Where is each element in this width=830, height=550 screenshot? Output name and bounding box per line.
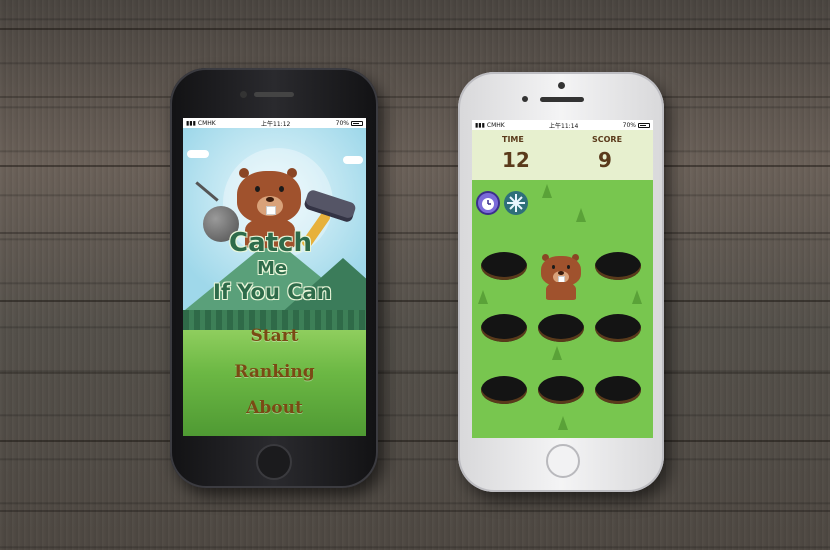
carrier-label: CMHK <box>197 119 216 127</box>
mole-hole[interactable] <box>595 252 641 280</box>
home-button[interactable] <box>546 444 580 478</box>
snowflake-glyph <box>507 194 525 212</box>
main-menu-screen: ▮▮▮ CMHK 上午11:12 70% Catch Me If You Can … <box>183 118 366 436</box>
grass-tuft <box>558 416 568 430</box>
front-camera <box>240 91 247 98</box>
time-label: TIME <box>502 135 524 144</box>
title-catch: Catch <box>229 228 312 258</box>
grass-tuft <box>552 346 562 360</box>
front-camera <box>522 96 528 102</box>
mole-hole[interactable] <box>538 376 584 404</box>
grass-tuft <box>632 290 642 304</box>
battery-percent: 70% <box>335 119 349 127</box>
time-value: 12 <box>502 148 530 172</box>
carrier-label: CMHK <box>486 121 505 129</box>
mole-hole[interactable] <box>595 314 641 342</box>
score-value: 9 <box>598 148 612 172</box>
score-label: SCORE <box>592 135 623 144</box>
battery-percent: 70% <box>622 121 636 129</box>
snowflake-icon[interactable] <box>504 191 528 215</box>
home-button[interactable] <box>256 444 292 480</box>
mole-hole[interactable] <box>481 314 527 342</box>
ranking-button[interactable]: Ranking <box>183 362 366 382</box>
grass-tuft <box>542 184 552 198</box>
title-if-you-can: If You Can <box>213 280 332 304</box>
status-bar: ▮▮▮ CMHK 上午11:14 70% <box>472 120 653 130</box>
about-button[interactable]: About <box>183 398 366 418</box>
title-me: Me <box>257 258 288 279</box>
grass-tuft <box>478 290 488 304</box>
front-camera <box>558 82 565 89</box>
status-time: 上午11:12 <box>261 120 291 128</box>
battery-icon <box>350 120 363 126</box>
cloud <box>343 156 363 164</box>
earpiece <box>254 92 294 97</box>
battery-icon <box>637 122 650 128</box>
alarm-clock-icon[interactable] <box>476 191 500 215</box>
signal-icon: ▮▮▮ <box>186 119 196 127</box>
cloud <box>187 150 209 158</box>
mole-hole[interactable] <box>595 376 641 404</box>
status-time: 上午11:14 <box>549 122 579 130</box>
start-button[interactable]: Start <box>183 326 366 346</box>
mole-hole[interactable] <box>481 376 527 404</box>
mole-hole[interactable] <box>481 252 527 280</box>
signal-icon: ▮▮▮ <box>475 121 485 129</box>
grass-tuft <box>576 208 586 222</box>
score-hud: TIME 12 SCORE 9 <box>472 130 653 180</box>
alarm-clock-glyph <box>482 198 494 210</box>
earpiece <box>540 97 584 102</box>
mole-hole[interactable] <box>538 314 584 342</box>
mole-beaver[interactable] <box>540 254 582 300</box>
game-screen: ▮▮▮ CMHK 上午11:14 70% TIME 12 SCORE 9 <box>472 120 653 438</box>
status-bar: ▮▮▮ CMHK 上午11:12 70% <box>183 118 366 128</box>
